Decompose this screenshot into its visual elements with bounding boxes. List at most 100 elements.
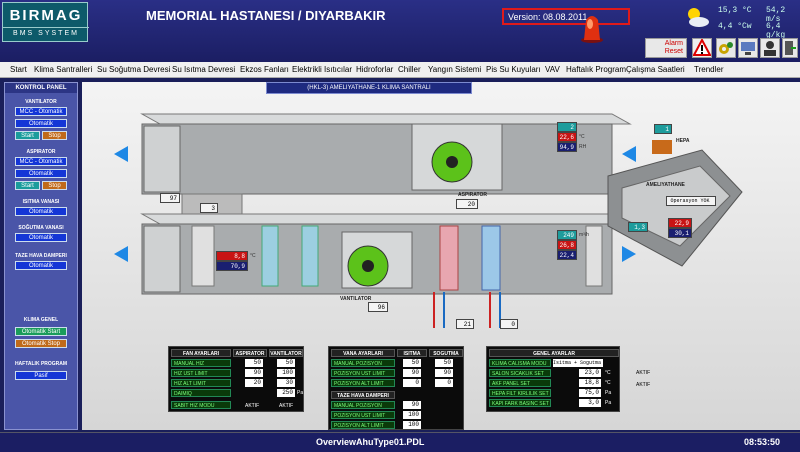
fan-aktif-vant[interactable]: AKTIF [279, 403, 293, 409]
version-box: Version: 08.08.2011 [502, 8, 630, 25]
vantilator-text: VANTILATOR [340, 296, 372, 302]
fan-pressure-vant[interactable]: 250 [277, 389, 295, 397]
fan-upper-asp[interactable]: 90 [245, 369, 263, 377]
hepa-filter [652, 140, 672, 154]
fan-row-label: DAIMIQ [171, 389, 231, 397]
aspirator-mcc-button[interactable]: MCC - Otomatik [15, 157, 67, 166]
logo-subtitle: BMS SYSTEM [3, 27, 89, 37]
valve-row-label: MANUAL POZISYON [331, 359, 395, 367]
weather-sun-icon [688, 8, 709, 27]
menu-item-calisma[interactable]: Çalışma Saatleri [626, 65, 685, 74]
general-aktif-1[interactable]: AKTIF [636, 370, 650, 376]
hepa-setpoint[interactable]: 75,0 [579, 389, 601, 397]
alarm-reset-button[interactable]: Alarm Reset [645, 38, 687, 58]
upper-pressure: 3 [200, 203, 218, 213]
menu-item-elektrikli[interactable]: Elektrikli Isıtıcılar [292, 65, 352, 74]
general-settings-table: GENEL AYARLAR KLIMA CALISMA MODU Isitma … [486, 346, 620, 412]
general-aktif-2[interactable]: AKTIF [636, 382, 650, 388]
vantilator-mcc-button[interactable]: MCC - Otomatik [15, 107, 67, 116]
room-inlet-pressure: 1,3 [628, 222, 648, 232]
settings-button[interactable] [716, 38, 736, 58]
fan-table-col-aspirator: ASPIRATOR [233, 349, 267, 357]
general-row-label: SALON SICAKLIK SET [489, 369, 551, 377]
menu-item-start[interactable]: Start [10, 65, 27, 74]
valve-lower-cool[interactable]: 0 [435, 379, 453, 387]
valve-settings-table: VANA AYARLARI ISITMA SOGUTMA MANUAL POZI… [328, 346, 464, 430]
vantilator-mode-button[interactable]: Otomatik [15, 119, 67, 128]
menu-item-hidrofor[interactable]: Hidroforlar [356, 65, 393, 74]
gears-icon [719, 42, 733, 54]
door-pressure-setpoint[interactable]: 3,0 [579, 399, 601, 407]
warning-button[interactable] [692, 37, 712, 58]
valve-upper-heat[interactable]: 90 [403, 369, 421, 377]
damper-upper[interactable]: 100 [403, 411, 421, 419]
fan-settings-table: FAN AYARLARI ASPIRATOR VANTILATOR MANUAL… [168, 346, 304, 412]
damper-table-header: TAZE HAVA DAMPERI [331, 391, 395, 399]
menu-item-pis-su[interactable]: Pis Su Kuyuları [486, 65, 541, 74]
menu-item-yangin[interactable]: Yangın Sistemi [428, 65, 481, 74]
fan-manual-vant[interactable]: 50 [277, 359, 295, 367]
general-row-label: AKF PANEL SET [489, 379, 551, 387]
isitma-mode-button[interactable]: Otomatik [15, 207, 67, 216]
user-icon [764, 41, 776, 56]
panel-setpoint[interactable]: 18,8 [579, 379, 601, 387]
climate-mode-select[interactable]: Isitma + Sogutma [553, 359, 603, 367]
menu-item-trendler[interactable]: Trendler [694, 65, 724, 74]
damper-manual[interactable]: 90 [403, 401, 421, 409]
hepa-unit: Pa [605, 390, 612, 396]
room-temp-setpoint[interactable]: 23,0 [579, 369, 601, 377]
damper-row-label: MANUAL POZISYON [331, 401, 395, 409]
vantilator-start-button[interactable]: Start [15, 131, 40, 140]
genel-label: KLIMA GENEL [23, 317, 59, 323]
menu-item-klima[interactable]: Klima Santralleri [34, 65, 92, 74]
cooling-coil [481, 225, 501, 291]
menu-item-chiller[interactable]: Chiller [398, 65, 421, 74]
fan-table-header: FAN AYARLARI [171, 349, 231, 357]
alarm-beacon-icon [581, 16, 603, 43]
control-panel-title: KONTROL PANEL [5, 83, 77, 93]
ahu-schematic [114, 113, 743, 328]
general-row-label: KAPI FARK BASINC SET [489, 399, 551, 407]
damper-lower[interactable]: 100 [403, 421, 421, 429]
valve-manual-cool[interactable]: 50 [435, 359, 453, 367]
valve-lower-heat[interactable]: 0 [403, 379, 421, 387]
general-row-label: HEPA FILT KIRLILIK SET [489, 389, 551, 397]
cool-valve-pos: 0 [500, 319, 518, 329]
menu-item-ekzos[interactable]: Ekzos Fanları [240, 65, 289, 74]
menu-item-vav[interactable]: VAV [545, 65, 560, 74]
fan-lower-vant[interactable]: 30 [277, 379, 295, 387]
aspirator-stop-button[interactable]: Stop [42, 181, 67, 190]
fan-manual-asp[interactable]: 50 [245, 359, 263, 367]
genel-stop-button[interactable]: Otomatik Stop [15, 339, 67, 348]
status-bar: OverviewAhuType01.PDL 08:53:50 [0, 432, 800, 452]
sogutma-mode-button[interactable]: Otomatik [15, 233, 67, 242]
fan-upper-vant[interactable]: 100 [277, 369, 295, 377]
genel-start-button[interactable]: Otomatik Start [15, 327, 67, 336]
fan-row-label: MANUAL HIZ [171, 359, 231, 367]
aspirator-mode-button[interactable]: Otomatik [15, 169, 67, 178]
user-button[interactable] [760, 38, 780, 58]
general-table-header: GENEL AYARLAR [489, 349, 619, 357]
weather-widget: 15,3 °C 54,2 m/s 4,4 °Cw 6,4 g/kg [684, 4, 800, 40]
fan-lower-asp[interactable]: 20 [245, 379, 263, 387]
taze-mode-button[interactable]: Otomatik [15, 261, 67, 270]
sogutma-label: SOĞUTMA VANASI [18, 225, 64, 231]
menu-item-su-isitma[interactable]: Su Isıtma Devresi [172, 65, 235, 74]
heating-coil [439, 225, 459, 291]
return-temp: 22,6 [557, 132, 577, 142]
fresh-in-arrow-icon [114, 246, 128, 262]
haftalik-status-button[interactable]: Pasif [15, 371, 67, 380]
menu-item-haftalik[interactable]: Haftalık Program [566, 65, 626, 74]
logo-brand: BIRMAG [9, 7, 83, 24]
fresh-air-damper [143, 225, 181, 293]
aspirator-start-button[interactable]: Start [15, 181, 40, 190]
menu-item-su-sogutma[interactable]: Su Soğutma Devresi [97, 65, 170, 74]
aspirator-text: ASPIRATOR [458, 192, 487, 198]
valve-manual-heat[interactable]: 50 [403, 359, 421, 367]
exit-button[interactable] [782, 38, 798, 58]
vantilator-stop-button[interactable]: Stop [42, 131, 67, 140]
fan-aktif-asp[interactable]: AKTIF [245, 403, 259, 409]
return-rh: 94,9 [557, 142, 577, 152]
valve-upper-cool[interactable]: 90 [435, 369, 453, 377]
network-button[interactable] [738, 38, 758, 58]
